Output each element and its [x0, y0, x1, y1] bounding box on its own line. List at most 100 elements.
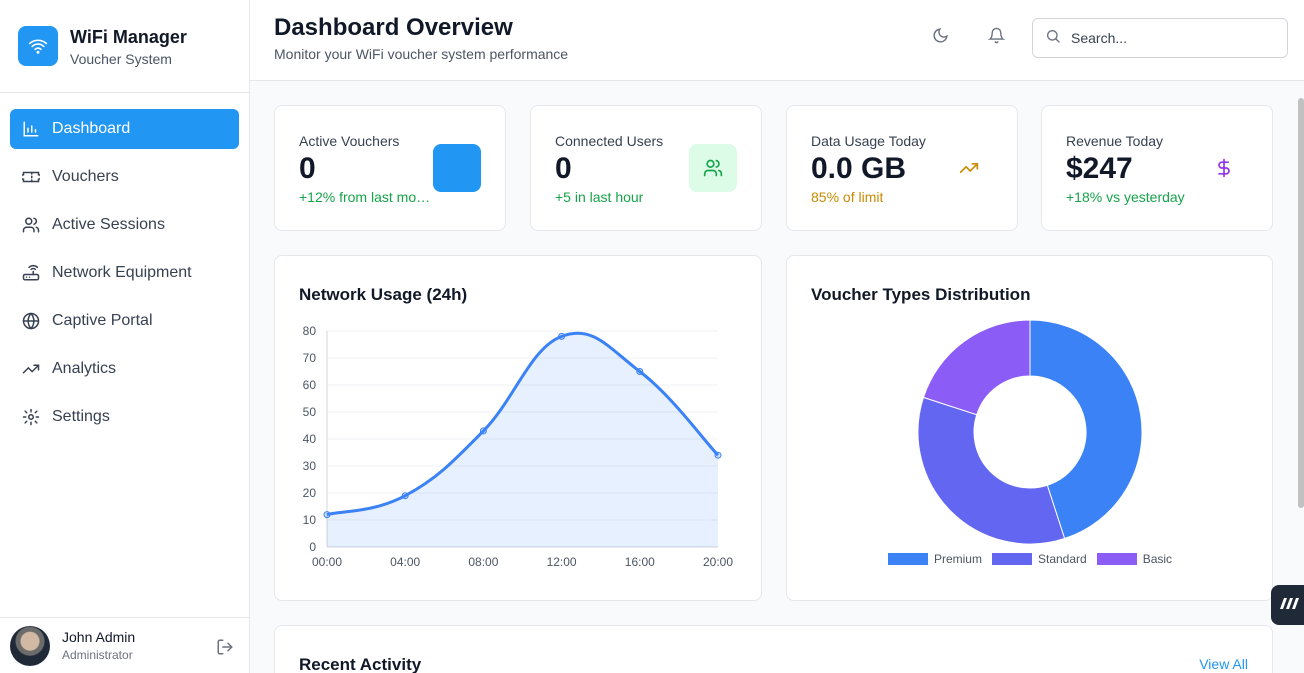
- moon-icon: [932, 27, 949, 49]
- widget-logo-icon: [1279, 596, 1301, 615]
- x-tick-label: 12:00: [547, 555, 577, 569]
- sidebar-item-settings[interactable]: Settings: [10, 397, 239, 437]
- view-all-link[interactable]: View All: [1199, 656, 1248, 672]
- stat-label: Revenue Today: [1066, 133, 1164, 149]
- legend-label: Premium: [933, 552, 982, 566]
- page-title: Dashboard Overview: [274, 14, 513, 41]
- avatar: [10, 625, 50, 666]
- ticket-icon: [22, 168, 40, 186]
- sidebar-item-vouchers[interactable]: Vouchers: [10, 157, 239, 197]
- legend-swatch: [887, 553, 928, 565]
- sidebar-item-active-sessions[interactable]: Active Sessions: [10, 205, 239, 245]
- ticket-icon: [433, 144, 481, 192]
- sidebar-item-label: Settings: [52, 408, 110, 425]
- pie-slice-standard[interactable]: [917, 396, 1066, 545]
- brand-title: WiFi Manager: [70, 26, 187, 47]
- router-icon: [22, 264, 40, 282]
- sidebar-item-label: Dashboard: [52, 120, 131, 137]
- y-tick-label: 70: [303, 351, 317, 365]
- page-subtitle: Monitor your WiFi voucher system perform…: [274, 46, 569, 62]
- sidebar-item-network-equipment[interactable]: Network Equipment: [10, 253, 239, 293]
- voucher-distribution-card: Voucher Types Distribution Premium Standa…: [786, 255, 1273, 601]
- dark-mode-toggle[interactable]: [928, 26, 952, 50]
- brand: WiFi Manager Voucher System: [0, 0, 249, 93]
- users-icon: [22, 216, 40, 234]
- y-tick-label: 40: [303, 432, 317, 446]
- stat-card-revenue: Revenue Today $247 +18% vs yesterday: [1041, 105, 1273, 231]
- bar-chart-icon: [22, 120, 40, 138]
- search-input[interactable]: [1071, 30, 1271, 46]
- data-point[interactable]: [558, 332, 566, 340]
- sidebar-item-captive-portal[interactable]: Captive Portal: [10, 301, 239, 341]
- x-tick-label: 20:00: [703, 555, 733, 569]
- stat-value: $247: [1066, 152, 1133, 185]
- sidebar-item-label: Vouchers: [52, 168, 119, 185]
- sidebar-item-label: Active Sessions: [52, 216, 165, 233]
- header: Dashboard Overview Monitor your WiFi vou…: [250, 0, 1304, 81]
- stat-value: 0: [299, 152, 316, 185]
- pie-slice-basic[interactable]: [922, 319, 1031, 416]
- network-usage-card: Network Usage (24h) 0 10 20 30 40 50 60 70 80 00:…: [274, 255, 762, 601]
- stat-label: Connected Users: [555, 133, 664, 149]
- stat-change: +18% vs yesterday: [1066, 189, 1185, 205]
- data-point[interactable]: [479, 427, 487, 435]
- stat-label: Active Vouchers: [299, 133, 400, 149]
- sidebar-item-label: Analytics: [52, 360, 117, 377]
- stat-card-active-vouchers: Active Vouchers 0 +12% from last month: [274, 105, 506, 231]
- y-tick-label: 20: [303, 486, 317, 500]
- y-tick-label: 50: [303, 405, 317, 419]
- sidebar-nav: Dashboard Vouchers Active Sessions Netwo…: [0, 93, 249, 437]
- legend-swatch: [991, 553, 1032, 565]
- stat-label: Data Usage Today: [811, 133, 926, 149]
- y-tick-label: 30: [303, 459, 317, 473]
- x-tick-label: 08:00: [468, 555, 498, 569]
- stat-value: 0: [555, 152, 572, 185]
- trending-up-icon: [945, 144, 993, 192]
- user-name: John Admin: [62, 629, 136, 645]
- stat-card-data-usage: Data Usage Today 0.0 GB 85% of limit: [786, 105, 1018, 231]
- notifications-button[interactable]: [984, 26, 1008, 50]
- y-tick-label: 10: [303, 513, 317, 527]
- gear-icon: [22, 408, 40, 426]
- y-tick-label: 80: [303, 324, 317, 338]
- legend-swatch: [1096, 553, 1137, 565]
- sidebar: WiFi Manager Voucher System Dashboard Vo…: [0, 0, 250, 673]
- stat-value: 0.0 GB: [811, 152, 907, 185]
- legend-item-premium[interactable]: Premium: [887, 552, 982, 566]
- legend-item-basic[interactable]: Basic: [1096, 552, 1173, 566]
- globe-icon: [22, 312, 40, 330]
- sidebar-item-dashboard[interactable]: Dashboard: [10, 109, 239, 149]
- sidebar-item-analytics[interactable]: Analytics: [10, 349, 239, 389]
- stat-card-connected-users: Connected Users 0 +5 in last hour: [530, 105, 762, 231]
- logout-icon[interactable]: [216, 638, 234, 661]
- data-point[interactable]: [714, 451, 722, 459]
- dollar-icon: [1200, 144, 1248, 192]
- voucher-distribution-chart: [917, 319, 1143, 545]
- y-tick-label: 60: [303, 378, 317, 392]
- stat-change: 85% of limit: [811, 189, 884, 205]
- bell-icon: [987, 27, 1005, 49]
- legend-item-standard[interactable]: Standard: [991, 552, 1087, 566]
- chart-legend: Premium Standard Basic: [787, 552, 1273, 566]
- data-point[interactable]: [636, 368, 644, 375]
- stat-change: +12% from last month: [299, 189, 431, 205]
- search-box[interactable]: [1032, 18, 1288, 58]
- user-role: Administrator: [62, 648, 133, 662]
- floating-widget-button[interactable]: [1271, 585, 1304, 625]
- page-scrollbar[interactable]: [1298, 98, 1304, 508]
- x-tick-label: 00:00: [312, 555, 342, 569]
- users-icon: [689, 144, 737, 192]
- wifi-icon: [18, 26, 58, 66]
- legend-label: Basic: [1142, 552, 1173, 566]
- brand-subtitle: Voucher System: [70, 50, 172, 67]
- trending-up-icon: [22, 360, 40, 378]
- legend-label: Standard: [1037, 552, 1087, 566]
- stat-change: +5 in last hour: [555, 189, 644, 205]
- sidebar-item-label: Captive Portal: [52, 312, 153, 329]
- y-tick-label: 0: [309, 540, 316, 554]
- recent-activity-card: Recent Activity View All: [274, 625, 1273, 673]
- network-usage-chart: 0 10 20 30 40 50 60 70 80 00:00 04:00 08:00 12:00 16:…: [303, 324, 734, 569]
- data-point[interactable]: [401, 492, 409, 500]
- data-point[interactable]: [323, 511, 331, 519]
- sidebar-item-label: Network Equipment: [52, 264, 192, 281]
